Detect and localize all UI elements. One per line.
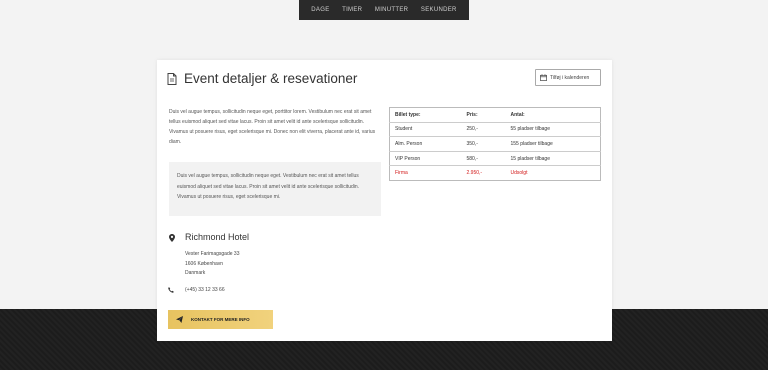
ticket-count: 155 pladser tilbage [505, 136, 601, 152]
event-details-card: Event detaljer & resevationer Tilføj i k… [157, 60, 612, 341]
ticket-count: Udsolgt [510, 170, 528, 177]
ticket-price: 250,- [461, 122, 506, 138]
event-quote-text: Duis vel augue tempus, sollicitudin nequ… [177, 173, 360, 200]
countdown-label-minutes: MINUTTER [374, 7, 409, 13]
ticket-count: 55 pladser tilbage [505, 122, 601, 138]
ticket-count: 15 pladser tilbage [505, 151, 601, 167]
map-pin-icon [169, 234, 175, 242]
ticket-type: Student [389, 122, 462, 138]
calendar-icon [540, 74, 547, 81]
contact-button-label: KONTAKT FOR MERE INFO [191, 317, 250, 322]
add-to-calendar-label: Tilføj i kalenderen [550, 74, 590, 81]
address-line: 1606 København [185, 260, 224, 267]
ticket-table: Billet type: Pris: Antal: Student 250,- … [389, 107, 601, 181]
ticket-table-header: Billet type: Pris: Antal: [389, 107, 601, 123]
page-title: Event detaljer & resevationer [184, 71, 358, 86]
address-line: Danmark [185, 270, 206, 276]
paper-plane-icon [176, 316, 183, 323]
venue-heading: Richmond Hotel [169, 232, 249, 242]
ticket-type: Firma [395, 170, 408, 177]
col-header-type: Billet type: [389, 107, 462, 123]
table-row: Firma 2.950,- Udsolgt [390, 166, 601, 181]
table-row: VIP Person 580,- 15 pladser tilbage [389, 151, 601, 167]
card-header: Event detaljer & resevationer [167, 71, 357, 86]
table-row: Alm. Person 350,- 155 pladser tilbage [389, 136, 601, 152]
contact-for-info-button[interactable]: KONTAKT FOR MERE INFO [168, 310, 273, 329]
event-description: Duis vel augue tempus, sollicitudin nequ… [169, 109, 376, 145]
document-icon [167, 72, 177, 85]
col-header-count: Antal: [505, 107, 601, 123]
ticket-type: VIP Person [389, 151, 462, 167]
countdown-label-hours: TIMER [342, 7, 363, 13]
phone-icon [168, 287, 174, 293]
address-line: Vester Farimagsgade 33 [185, 251, 240, 257]
table-row: Student 250,- 55 pladser tilbage [389, 122, 601, 138]
col-header-price: Pris: [461, 107, 506, 123]
countdown-bar: DAGE TIMER MINUTTER SEKUNDER [299, 0, 469, 20]
ticket-price: 2.950,- [466, 170, 483, 177]
countdown-label-days: DAGE [311, 7, 330, 13]
phone-number: (+45) 33 12 33 66 [185, 287, 225, 293]
event-quote-box: Duis vel augue tempus, sollicitudin nequ… [169, 162, 381, 216]
venue-address: Vester Farimagsgade 33 1606 København Da… [185, 250, 239, 279]
ticket-price: 580,- [461, 151, 506, 167]
ticket-type: Alm. Person [389, 136, 462, 152]
countdown-label-seconds: SEKUNDER [420, 7, 457, 13]
add-to-calendar-button[interactable]: Tilføj i kalenderen [535, 69, 601, 86]
venue-name: Richmond Hotel [185, 232, 250, 242]
venue-phone: (+45) 33 12 33 66 [168, 287, 225, 293]
ticket-price: 350,- [461, 136, 506, 152]
